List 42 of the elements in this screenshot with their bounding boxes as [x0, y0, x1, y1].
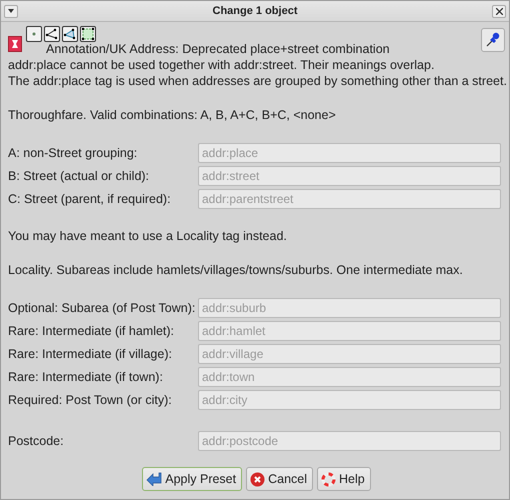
node-icon	[26, 26, 42, 42]
preset-title: Annotation/UK Address: Deprecated place+street combination	[46, 41, 390, 57]
window-title: Change 1 object	[212, 5, 298, 17]
lifebuoy-icon	[321, 472, 336, 486]
field-label: Postcode:	[8, 434, 65, 448]
input-field[interactable]: addr:suburb	[198, 298, 501, 318]
input-field[interactable]: addr:town	[198, 366, 501, 386]
input-field[interactable]: addr:city	[198, 390, 501, 410]
input-field[interactable]: addr:hamlet	[198, 320, 501, 340]
input-field[interactable]: addr:street	[198, 166, 501, 186]
apply-button[interactable]: Apply Preset	[142, 467, 242, 491]
info-text: The addr:place tag is used when addresses are grouped by something other than a street.	[8, 73, 505, 89]
info-text: You may have meant to use a Locality tag instead.	[8, 228, 288, 244]
help-button[interactable]: Help	[317, 467, 371, 491]
field-label: Rare: Intermediate (if village):	[8, 346, 173, 360]
info-text: addr:place cannot be used together with addr:street. Their meanings overlap.	[8, 57, 436, 73]
field-label: Required: Post Town (or city):	[8, 392, 173, 406]
menu-button[interactable]	[4, 4, 18, 18]
close-icon	[496, 8, 502, 14]
way-icon	[44, 26, 60, 42]
field-label: A: non-Street grouping:	[8, 146, 138, 160]
input-field[interactable]: addr:postcode	[198, 430, 501, 450]
caret-down-icon	[8, 9, 14, 13]
cancel-icon	[250, 472, 266, 486]
pushpin-icon	[485, 32, 501, 48]
cancel-button[interactable]: Cancel	[246, 467, 314, 491]
info-text: Thoroughfare. Valid combinations: A, B, A+C, B+C, <none>	[8, 107, 337, 123]
relation-icon	[80, 26, 96, 42]
pin-button[interactable]	[481, 28, 505, 52]
arrow-left-icon	[146, 472, 162, 486]
field-label: Optional: Subarea (of Post Town):	[8, 300, 196, 314]
input-field[interactable]: addr:place	[198, 142, 501, 162]
area-icon	[62, 26, 78, 42]
field-label: B: Street (actual or child):	[8, 168, 150, 182]
info-text: Locality. Subareas include hamlets/villages/towns/suburbs. One intermediate max.	[8, 262, 464, 278]
field-label: C: Street (parent, if required):	[8, 192, 172, 206]
close-button[interactable]	[492, 4, 506, 18]
input-field[interactable]: addr:parentstreet	[198, 188, 501, 208]
field-label: Rare: Intermediate (if town):	[8, 370, 164, 384]
preset-icon	[8, 36, 22, 52]
input-field[interactable]: addr:village	[198, 344, 501, 364]
field-label: Rare: Intermediate (if hamlet):	[8, 324, 176, 338]
